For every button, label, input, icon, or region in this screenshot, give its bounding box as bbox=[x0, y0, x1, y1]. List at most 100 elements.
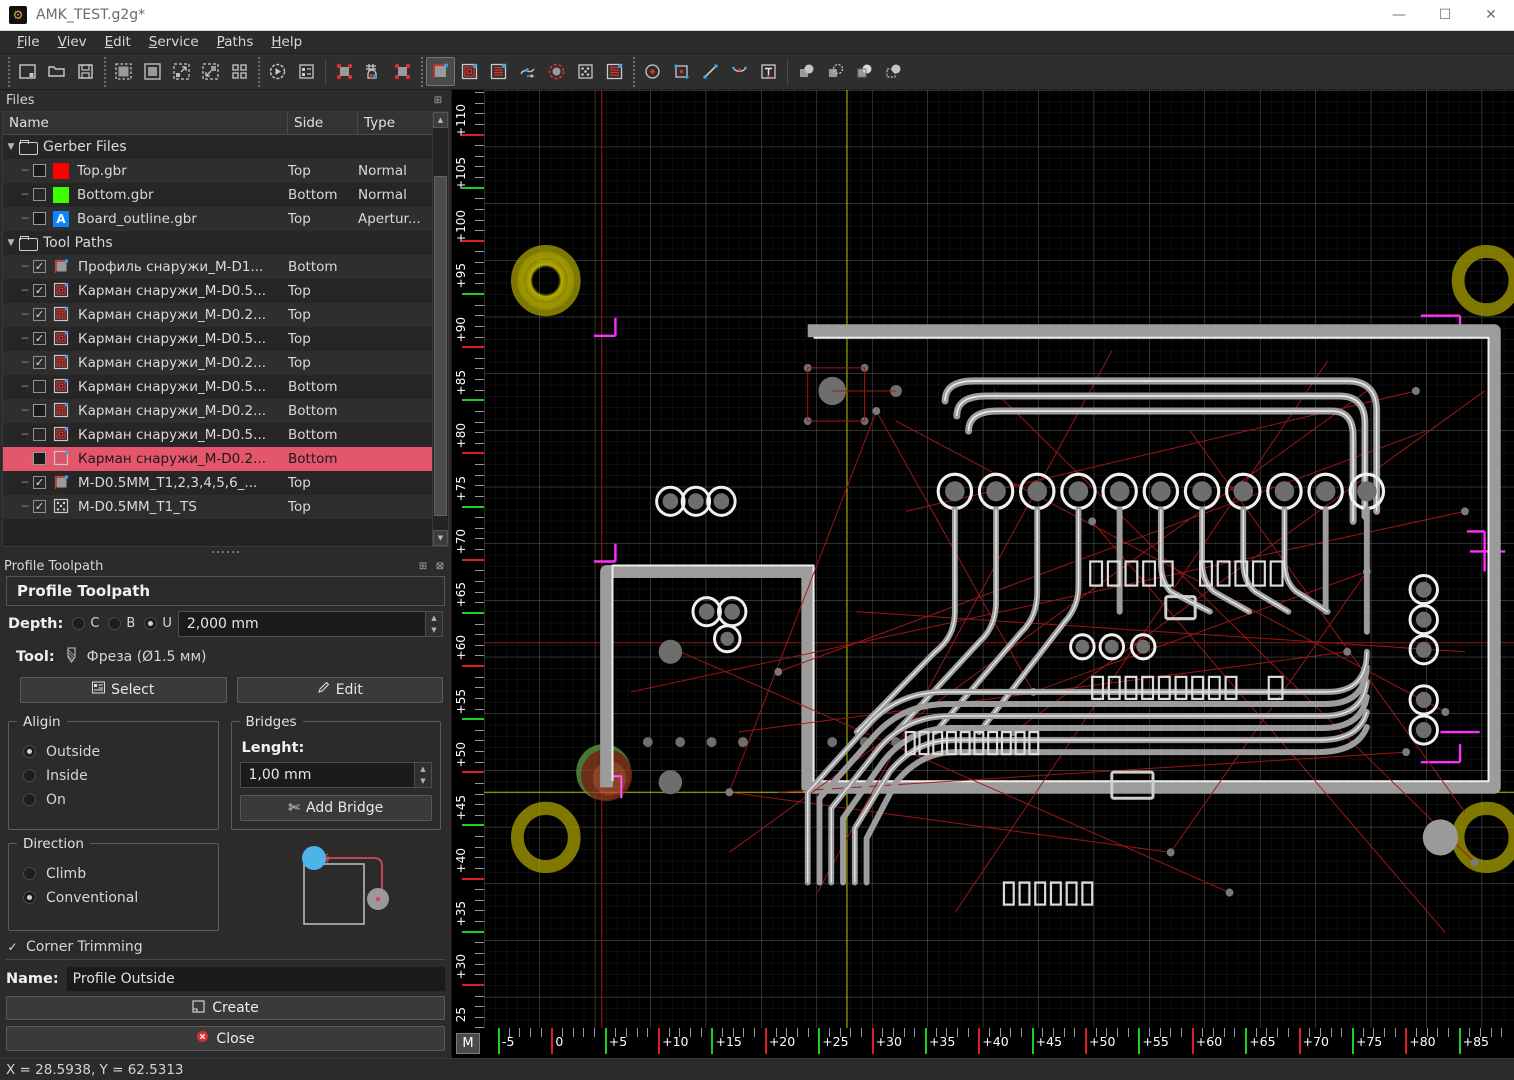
row-visibility-checkbox[interactable] bbox=[33, 476, 46, 490]
row-visibility-checkbox[interactable] bbox=[33, 500, 46, 514]
drill-array-icon[interactable] bbox=[571, 57, 600, 86]
depth-mode-c-radio[interactable] bbox=[72, 617, 86, 631]
row-visibility-checkbox[interactable] bbox=[33, 188, 46, 202]
row-visibility-checkbox[interactable] bbox=[33, 212, 46, 226]
line-icon[interactable] bbox=[696, 57, 725, 86]
row-visibility-checkbox[interactable] bbox=[33, 284, 46, 298]
select-tool-button[interactable]: Select bbox=[20, 676, 227, 703]
new-file-icon[interactable] bbox=[13, 57, 42, 86]
scroll-up-icon[interactable]: ▲ bbox=[433, 111, 448, 128]
table-row[interactable]: ─ Карман снаружи_M-D0.2... Bottom bbox=[3, 398, 432, 423]
corner-trimming-checkbox[interactable]: ✓ Corner Trimming bbox=[0, 935, 451, 959]
align-inside-radio[interactable] bbox=[23, 769, 36, 783]
zoom-out-icon[interactable] bbox=[196, 57, 225, 86]
zoom-in-icon[interactable] bbox=[167, 57, 196, 86]
table-row[interactable]: ─ Карман снаружи_M-D0.5... Bottom bbox=[3, 374, 432, 399]
menu-help[interactable]: Help bbox=[262, 32, 311, 52]
direction-climb-radio[interactable] bbox=[23, 867, 36, 881]
row-visibility-checkbox[interactable] bbox=[33, 164, 46, 178]
zoom-fit-icon[interactable] bbox=[109, 57, 138, 86]
grid-icon[interactable] bbox=[225, 57, 254, 86]
direction-option-climb[interactable]: Climb bbox=[17, 862, 210, 886]
layer-color-swatch[interactable] bbox=[53, 162, 69, 179]
name-input[interactable]: Profile Outside bbox=[66, 966, 445, 991]
depth-value-input[interactable]: 2,000 mm ▲ ▼ bbox=[177, 610, 443, 637]
row-visibility-checkbox[interactable] bbox=[33, 380, 46, 394]
scrollbar-thumb[interactable] bbox=[434, 175, 447, 516]
boolean-intersect-icon[interactable] bbox=[850, 57, 879, 86]
menu-file[interactable]: File bbox=[8, 32, 49, 52]
close-dock-icon[interactable]: ⊠ bbox=[433, 559, 447, 573]
home-grid-icon[interactable] bbox=[359, 57, 388, 86]
row-visibility-checkbox[interactable] bbox=[33, 404, 46, 418]
close-panel-button[interactable]: Close bbox=[6, 1026, 445, 1052]
depth-mode-b-radio[interactable] bbox=[108, 617, 122, 631]
layer-color-swatch[interactable]: A bbox=[53, 210, 69, 227]
toolbar-grip-5[interactable] bbox=[629, 56, 638, 87]
restore-dock-icon[interactable]: ⊞ bbox=[416, 559, 430, 573]
text-icon[interactable] bbox=[754, 57, 783, 86]
pocket-raster-icon[interactable] bbox=[484, 57, 513, 86]
column-header-name[interactable]: Name bbox=[3, 111, 288, 134]
table-row[interactable]: ─ Профиль снаружи_M-D1... Bottom bbox=[3, 254, 432, 279]
scroll-down-icon[interactable]: ▼ bbox=[433, 529, 448, 546]
add-bridge-button[interactable]: ✄ Add Bridge bbox=[239, 794, 432, 821]
save-file-icon[interactable] bbox=[71, 57, 100, 86]
chevron-down-icon[interactable]: ▼ bbox=[3, 142, 19, 152]
files-tree-scrollbar[interactable]: ▲ ▼ bbox=[432, 111, 448, 546]
row-visibility-checkbox[interactable] bbox=[33, 452, 46, 466]
panel-splitter[interactable] bbox=[0, 547, 451, 557]
table-row[interactable]: ─ A Board_outline.gbr Top Apertur... bbox=[3, 206, 432, 231]
menu-service[interactable]: Service bbox=[140, 32, 208, 52]
toolbar-grip[interactable] bbox=[4, 56, 13, 87]
row-visibility-checkbox[interactable] bbox=[33, 308, 46, 322]
thermal-icon[interactable] bbox=[513, 57, 542, 86]
row-visibility-checkbox[interactable] bbox=[33, 260, 46, 274]
toolbar-grip-3[interactable] bbox=[254, 56, 263, 87]
layer-color-swatch[interactable] bbox=[53, 186, 69, 203]
pcb-canvas[interactable] bbox=[484, 90, 1514, 1028]
zoom-selection-icon[interactable] bbox=[138, 57, 167, 86]
depth-spinner[interactable]: ▲ ▼ bbox=[425, 611, 442, 636]
table-row[interactable]: ─ M-D0.5MM_T1_TS Top bbox=[3, 494, 432, 519]
menu-edit[interactable]: Edit bbox=[96, 32, 140, 52]
chevron-down-icon[interactable]: ▼ bbox=[3, 238, 19, 248]
properties-list-icon[interactable] bbox=[292, 57, 321, 86]
column-header-side[interactable]: Side bbox=[288, 111, 358, 134]
zero-point-icon[interactable] bbox=[388, 57, 417, 86]
point-icon[interactable] bbox=[638, 57, 667, 86]
column-header-type[interactable]: Type bbox=[358, 112, 432, 134]
table-row[interactable]: ─ Карман снаружи_M-D0.5... Bottom bbox=[3, 422, 432, 447]
row-visibility-checkbox[interactable] bbox=[33, 332, 46, 346]
create-button[interactable]: Create bbox=[6, 995, 445, 1021]
profile-toolpath-icon[interactable] bbox=[426, 57, 455, 86]
horizontal-ruler[interactable]: -5 0 +5 +10 +15 +20 +25 +30 +35 +40 +45 +50 +55 +60 +6… bbox=[484, 1028, 1514, 1058]
row-visibility-checkbox[interactable] bbox=[33, 428, 46, 442]
pocket-outside-icon[interactable] bbox=[455, 57, 484, 86]
toolbar-grip-2[interactable] bbox=[100, 56, 109, 87]
close-button[interactable]: ✕ bbox=[1468, 0, 1514, 31]
minimize-button[interactable]: — bbox=[1376, 0, 1422, 31]
menu-paths[interactable]: Paths bbox=[208, 32, 263, 52]
drill-circle-icon[interactable] bbox=[542, 57, 571, 86]
arc-icon[interactable] bbox=[725, 57, 754, 86]
depth-mode-u-radio[interactable] bbox=[144, 617, 158, 631]
direction-conventional-radio[interactable] bbox=[23, 891, 36, 905]
align-outside-radio[interactable] bbox=[23, 745, 36, 759]
maximize-button[interactable]: ☐ bbox=[1422, 0, 1468, 31]
align-option-inside[interactable]: Inside bbox=[17, 764, 210, 788]
row-visibility-checkbox[interactable] bbox=[33, 356, 46, 370]
table-row[interactable]: ─ Карман снаружи_M-D0.5... Top bbox=[3, 278, 432, 303]
float-dock-icon[interactable]: ⊞ bbox=[431, 93, 445, 107]
bridges-length-spinner[interactable]: ▲ ▼ bbox=[414, 762, 431, 787]
boolean-xor-icon[interactable] bbox=[879, 57, 908, 86]
scrollbar-track[interactable] bbox=[433, 127, 448, 530]
align-option-on[interactable]: On bbox=[17, 788, 210, 812]
table-row[interactable]: ─ Bottom.gbr Bottom Normal bbox=[3, 182, 432, 207]
table-row[interactable]: ▼ Gerber Files bbox=[3, 134, 432, 159]
table-row[interactable]: ─ Top.gbr Top Normal bbox=[3, 158, 432, 183]
open-file-icon[interactable] bbox=[42, 57, 71, 86]
table-row[interactable]: ─ Карман снаружи_M-D0.2... Bottom bbox=[3, 446, 432, 471]
direction-option-conventional[interactable]: Conventional bbox=[17, 886, 210, 910]
table-row[interactable]: ─ Карман снаружи_M-D0.2... Top bbox=[3, 350, 432, 375]
